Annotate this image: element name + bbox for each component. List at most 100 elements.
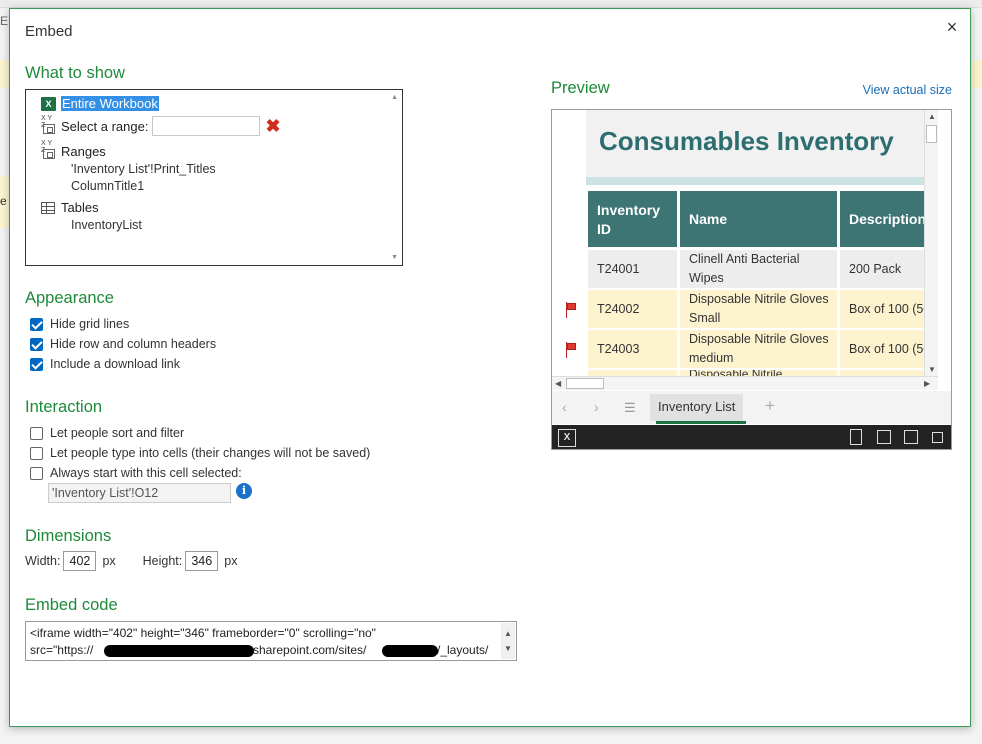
checkbox[interactable]	[30, 466, 43, 480]
table-cell: T24003	[588, 330, 677, 368]
width-unit: px	[102, 554, 116, 568]
checkbox[interactable]	[30, 357, 43, 371]
add-sheet-icon[interactable]: +	[765, 396, 775, 416]
redaction-mark	[382, 645, 438, 657]
range-icon: X Y Z	[41, 115, 57, 135]
tree-item-select-range[interactable]: X Y Z Select a range: ✖	[41, 115, 281, 136]
checkbox[interactable]	[30, 337, 43, 351]
sheet-title: Consumables Inventory	[599, 126, 894, 156]
embed-code-line: src="https:// sharepoint.com/sites/ /_la…	[30, 642, 496, 659]
close-button[interactable]: ×	[942, 17, 962, 37]
background-text: E	[0, 14, 9, 28]
what-to-show-tree[interactable]: ▲ ▼ X Entire Workbook X Y Z Select a ran…	[25, 89, 403, 266]
embed-code-fragment: /_layouts/	[437, 643, 489, 657]
tree-item-label: Ranges	[61, 143, 106, 159]
tree-subitem[interactable]: InventoryList	[71, 218, 142, 232]
dimensions-heading: Dimensions	[25, 527, 112, 545]
interaction-heading: Interaction	[25, 398, 103, 416]
scroll-down-icon[interactable]: ▼	[928, 365, 936, 374]
option-label: Always start with this cell selected:	[50, 466, 242, 480]
width-label: Width:	[25, 554, 61, 568]
tree-item-label: Entire Workbook	[61, 96, 159, 111]
checkbox[interactable]	[30, 317, 43, 331]
embed-code-textarea[interactable]: <iframe width="402" height="346" framebo…	[25, 621, 517, 661]
tree-scrollbar[interactable]: ▲ ▼	[388, 90, 402, 265]
scroll-down-icon[interactable]: ▼	[504, 640, 512, 657]
height-label: Height:	[142, 554, 183, 568]
info-icon[interactable]: i	[236, 483, 252, 499]
dialog-title: Embed	[25, 23, 73, 40]
scroll-up-icon[interactable]: ▲	[391, 94, 398, 101]
preview-sheet[interactable]: Consumables Inventory Inventory ID Name …	[552, 110, 938, 376]
background-toolbar	[0, 0, 982, 8]
checkbox[interactable]	[30, 446, 43, 460]
title-rule	[586, 177, 938, 185]
table-cell: T24001	[588, 250, 677, 288]
start-cell-input[interactable]: 'Inventory List'!O12	[48, 483, 231, 503]
checkbox[interactable]	[30, 426, 43, 440]
embed-code-scrollbar[interactable]: ▲ ▼	[501, 623, 515, 659]
height-unit: px	[224, 554, 238, 568]
preview-heading: Preview	[551, 79, 610, 97]
table-cell: T24002	[588, 290, 677, 328]
tree-item-label: Select a range:	[61, 118, 149, 134]
dimensions-row: Width: 402 px Height: 346 px	[25, 551, 237, 571]
survey-icon[interactable]	[877, 430, 891, 444]
excel-icon: X	[41, 96, 56, 111]
download-icon[interactable]	[850, 429, 862, 445]
table-icon	[41, 201, 55, 214]
option-type-into-cells[interactable]: Let people type into cells (their change…	[30, 446, 370, 460]
option-download-link[interactable]: Include a download link	[30, 357, 180, 371]
active-tab-indicator	[656, 421, 746, 424]
option-label: Let people type into cells (their change…	[50, 446, 371, 460]
appearance-heading: Appearance	[25, 289, 114, 307]
scroll-right-icon[interactable]: ▶	[924, 379, 930, 388]
sheet-list-icon[interactable]: ☰	[624, 400, 636, 416]
table-cell: Disposable Nitrile Gloves Small	[680, 290, 837, 328]
scroll-up-icon[interactable]: ▲	[928, 112, 936, 121]
embed-dialog: Embed × What to show ▲ ▼ X Entire Workbo…	[9, 8, 971, 727]
option-label: Let people sort and filter	[50, 426, 185, 440]
sheet-tab-bar: ‹ › ☰ Inventory List +	[552, 391, 951, 424]
option-label: Include a download link	[50, 357, 180, 371]
flag-icon	[565, 342, 577, 358]
preview-footer-bar: X	[552, 425, 951, 449]
scroll-thumb[interactable]	[926, 125, 937, 143]
option-hide-grid-lines[interactable]: Hide grid lines	[30, 317, 129, 331]
column-header: Inventory ID	[588, 191, 677, 247]
background-text: e	[0, 194, 7, 208]
tree-subitem[interactable]: ColumnTitle1	[71, 179, 144, 193]
table-cell: Disposable Nitrile Gloves medium	[680, 330, 837, 368]
scroll-down-icon[interactable]: ▼	[391, 254, 398, 261]
option-hide-headers[interactable]: Hide row and column headers	[30, 337, 216, 351]
preview-horizontal-scrollbar[interactable]: ◀ ▶	[552, 376, 938, 390]
tree-subitem[interactable]: 'Inventory List'!Print_Titles	[71, 162, 216, 176]
width-input[interactable]: 402	[63, 551, 97, 571]
tree-item-label: Tables	[61, 200, 99, 215]
range-input[interactable]	[152, 116, 261, 136]
option-sort-filter[interactable]: Let people sort and filter	[30, 426, 184, 440]
table-cell: Clinell Anti Bacterial Wipes	[680, 250, 837, 288]
height-input[interactable]: 346	[185, 551, 219, 571]
embed-code-line: <iframe width="402" height="346" framebo…	[30, 626, 376, 640]
column-header: Name	[680, 191, 837, 247]
excel-logo-icon[interactable]: X	[558, 429, 576, 447]
sheet-tab-inventory-list[interactable]: Inventory List	[650, 394, 744, 421]
tree-item-tables[interactable]: Tables	[41, 200, 99, 215]
information-icon[interactable]	[904, 430, 918, 444]
scroll-thumb[interactable]	[566, 378, 604, 389]
clear-range-icon[interactable]: ✖	[265, 117, 280, 135]
option-start-cell[interactable]: Always start with this cell selected:	[30, 466, 242, 480]
view-actual-size-link[interactable]: View actual size	[863, 83, 952, 97]
embed-code-heading: Embed code	[25, 596, 118, 614]
preview-vertical-scrollbar[interactable]: ▲ ▼	[924, 110, 938, 376]
range-icon: X Y Z	[41, 140, 57, 160]
flag-icon	[565, 302, 577, 318]
scroll-left-icon[interactable]: ◀	[555, 379, 561, 388]
tree-item-ranges[interactable]: X Y Z Ranges	[41, 140, 106, 160]
tree-item-entire-workbook[interactable]: X Entire Workbook	[41, 96, 159, 111]
preview-frame: Consumables Inventory Inventory ID Name …	[551, 109, 952, 450]
next-sheet-icon[interactable]: ›	[594, 399, 599, 415]
fullscreen-icon[interactable]	[932, 432, 943, 443]
prev-sheet-icon[interactable]: ‹	[562, 399, 567, 415]
